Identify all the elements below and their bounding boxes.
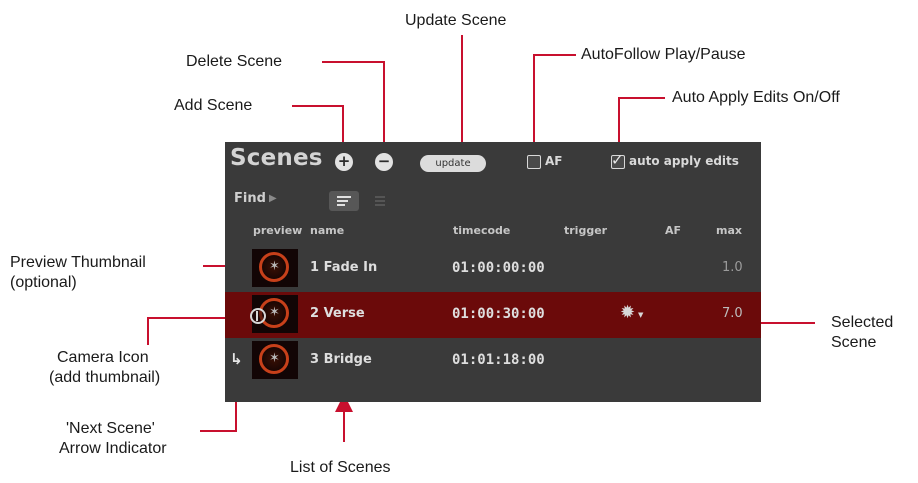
preview-thumbnail: ✶ <box>252 341 298 379</box>
auto-apply-label: auto apply edits <box>629 154 739 168</box>
column-header-af[interactable]: AF <box>665 224 681 237</box>
preview-thumbnail-callout-line1: Preview Thumbnail <box>10 254 146 271</box>
list-line-icon <box>375 196 385 198</box>
scene-timecode: 01:01:18:00 <box>452 352 545 368</box>
delete-scene-button[interactable]: − <box>375 153 393 171</box>
scene-max: 1.0 <box>722 260 743 275</box>
scene-timecode: 01:00:30:00 <box>452 306 545 322</box>
camera-icon-callout: Camera Icon (add thumbnail) <box>49 348 160 388</box>
af-checkbox[interactable] <box>527 155 541 169</box>
next-scene-arrow-icon: ↳ <box>230 350 243 368</box>
filter-line-icon <box>337 204 345 206</box>
selected-scene-callout-line1: Selected <box>831 314 894 331</box>
checkmark-icon: ✓ <box>611 151 624 169</box>
scene-row[interactable]: ↳ ✶ 3 Bridge 01:01:18:00 <box>225 338 761 384</box>
scene-name: 3 Bridge <box>310 352 372 367</box>
camera-icon-glyph <box>256 311 262 321</box>
scene-max: 7.0 <box>722 306 743 321</box>
preview-thumbnail-callout: Preview Thumbnail (optional) <box>10 253 146 293</box>
list-view-button[interactable] <box>373 194 387 208</box>
next-scene-callout-line2: Arrow Indicator <box>59 440 167 457</box>
filter-line-icon <box>337 200 348 202</box>
scene-name: 1 Fade In <box>310 260 378 275</box>
auto-apply-checkbox[interactable]: ✓ <box>611 151 625 169</box>
filter-button[interactable] <box>329 191 359 211</box>
find-disclosure-icon[interactable]: ▶ <box>269 193 277 204</box>
camera-icon-callout-line1: Camera Icon <box>57 349 149 366</box>
scene-row-selected[interactable]: ✶ 2 Verse 01:00:30:00 ✹ ▼ 7.0 <box>225 292 761 338</box>
update-scene-callout: Update Scene <box>405 12 507 29</box>
scene-name: 2 Verse <box>310 306 365 321</box>
preview-thumbnail-callout-line2: (optional) <box>10 274 77 291</box>
column-header-name[interactable]: name <box>310 224 344 237</box>
panel-title: Scenes <box>230 145 323 171</box>
list-of-scenes-callout: List of Scenes <box>290 459 391 476</box>
next-scene-callout-line1: 'Next Scene' <box>66 420 155 437</box>
star-icon: ✶ <box>269 351 280 366</box>
next-scene-callout: 'Next Scene' Arrow Indicator <box>59 419 167 459</box>
selected-scene-callout: Selected Scene <box>831 313 893 353</box>
camera-icon-callout-line2: (add thumbnail) <box>49 369 161 386</box>
add-scene-button[interactable]: + <box>335 153 353 171</box>
selected-scene-callout-line2: Scene <box>831 334 877 351</box>
gear-icon[interactable]: ✹ <box>620 302 635 323</box>
column-header-preview[interactable]: preview <box>253 224 302 237</box>
find-label[interactable]: Find <box>234 191 266 206</box>
star-icon: ✶ <box>269 259 280 274</box>
column-header-trigger[interactable]: trigger <box>564 224 607 237</box>
scene-row[interactable]: ✶ 1 Fade In 01:00:00:00 1.0 <box>225 246 761 292</box>
preview-thumbnail: ✶ <box>252 249 298 287</box>
update-scene-button[interactable]: update <box>420 155 486 172</box>
camera-icon[interactable] <box>250 308 266 324</box>
list-line-icon <box>375 200 385 202</box>
add-scene-callout: Add Scene <box>174 97 253 114</box>
filter-line-icon <box>337 196 351 198</box>
auto-apply-callout: Auto Apply Edits On/Off <box>672 89 840 106</box>
scenes-panel: Scenes + − update AF ✓ auto apply edits … <box>225 142 761 402</box>
autofollow-line <box>533 54 576 150</box>
star-icon: ✶ <box>269 305 280 320</box>
autofollow-callout: AutoFollow Play/Pause <box>581 46 746 63</box>
scene-timecode: 01:00:00:00 <box>452 260 545 276</box>
af-label: AF <box>545 154 563 168</box>
chevron-down-icon[interactable]: ▼ <box>638 311 643 319</box>
column-header-max[interactable]: max <box>716 224 742 237</box>
column-header-timecode[interactable]: timecode <box>453 224 510 237</box>
delete-scene-callout: Delete Scene <box>186 53 283 70</box>
list-line-icon <box>375 204 385 206</box>
